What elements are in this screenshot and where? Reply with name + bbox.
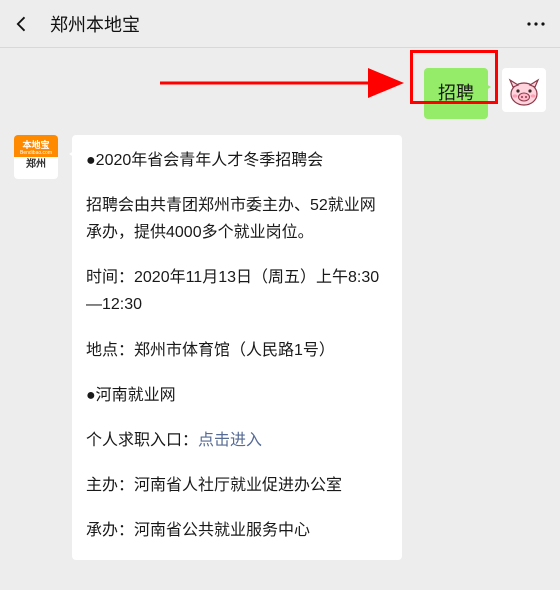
article-line: ●河南就业网 [86,382,388,409]
account-avatar[interactable]: 本地宝 Bendibao.com 郑州 [14,135,58,179]
user-avatar[interactable] [502,68,546,112]
chat-header: 郑州本地宝 [0,0,560,48]
incoming-bubble[interactable]: ●2020年省会青年人才冬季招聘会 招聘会由共青团郑州市委主办、52就业网承办，… [72,135,402,561]
outgoing-message-row: 招聘 [0,60,560,127]
article-line: 个人求职入口：点击进入 [86,427,388,454]
label: 个人求职入口： [86,432,198,449]
outgoing-text: 招聘 [438,83,474,103]
chat-title: 郑州本地宝 [50,11,524,37]
avatar-bottom: 郑州 [14,157,58,172]
link-enter[interactable]: 点击进入 [198,432,262,449]
incoming-message-row: 本地宝 Bendibao.com 郑州 ●2020年省会青年人才冬季招聘会 招聘… [0,127,560,569]
article-line: 承办：河南省公共就业服务中心 [86,517,388,544]
article-line: 地点：郑州市体育馆（人民路1号） [86,337,388,364]
article-line: 时间：2020年11月13日（周五）上午8:30—12:30 [86,264,388,318]
article-line: 主办：河南省人社厅就业促进办公室 [86,472,388,499]
article-line: ●2020年省会青年人才冬季招聘会 [86,147,388,174]
more-icon[interactable] [524,12,548,36]
chat-area: 招聘 本地宝 Bendibao.com 郑州 ●2020年省会青年人才冬季招聘会… [0,48,560,580]
article-line: 招聘会由共青团郑州市委主办、52就业网承办，提供4000多个就业岗位。 [86,192,388,246]
outgoing-bubble[interactable]: 招聘 [424,68,488,119]
back-icon[interactable] [12,14,32,34]
